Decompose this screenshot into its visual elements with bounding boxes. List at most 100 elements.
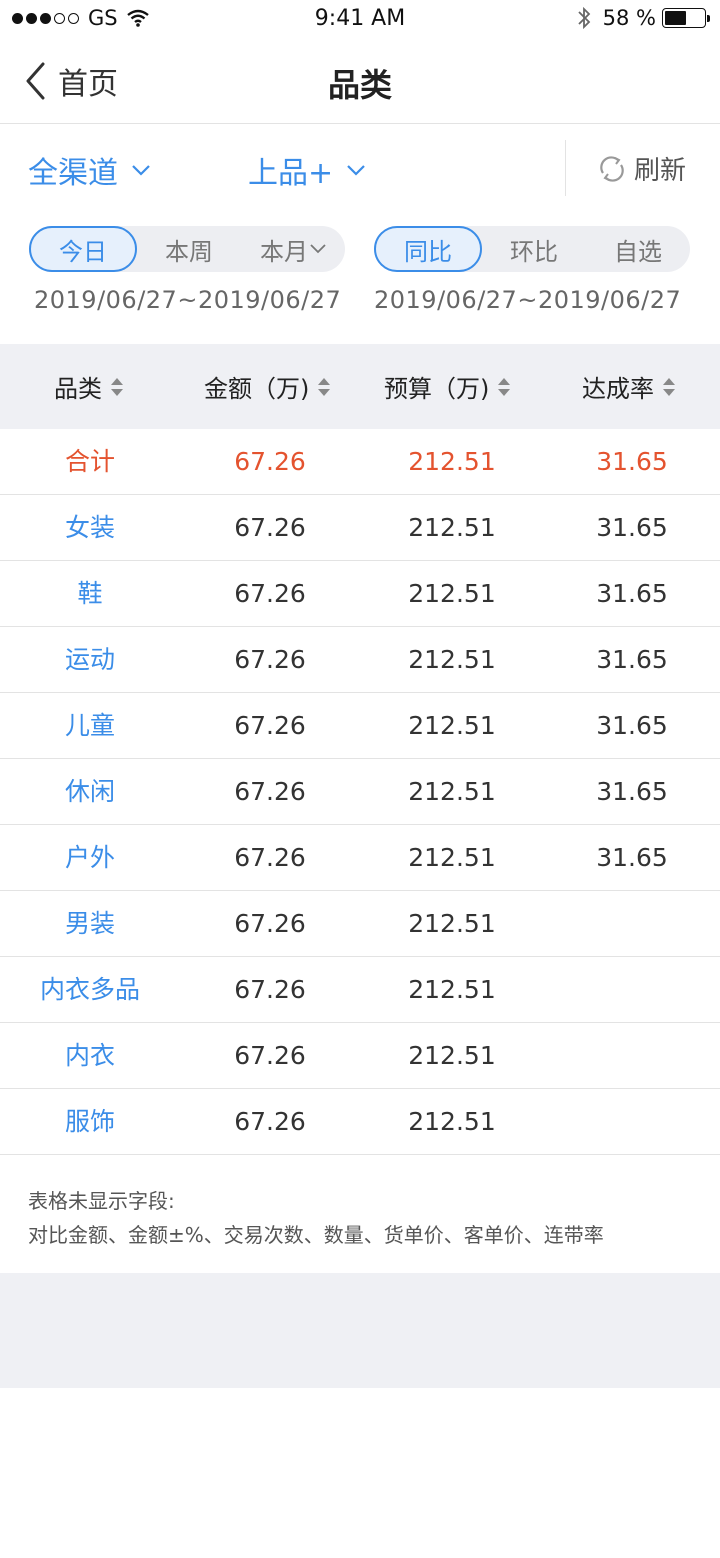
tab-this-month-label: 本月 — [260, 237, 308, 266]
column-header-amount[interactable]: 金额（万) — [204, 344, 331, 429]
sort-icon — [318, 377, 331, 396]
cell-budget: 212.51 — [408, 579, 496, 608]
cell-category[interactable]: 内衣多品 — [0, 957, 180, 1023]
date-range-left: 2019/06/27~2019/06/27 — [34, 286, 342, 314]
cell-amount: 67.26 — [234, 777, 306, 806]
table-row[interactable]: 内衣多品 67.26 212.51 — [0, 957, 720, 1023]
cell-amount: 67.26 — [234, 843, 306, 872]
cell-category[interactable]: 儿童 — [0, 693, 180, 759]
tab-yoy[interactable]: 同比 — [374, 226, 482, 272]
cell-amount: 67.26 — [234, 447, 306, 476]
nav-bar: 首页 品类 — [0, 40, 720, 124]
cell-rate: 31.65 — [596, 843, 668, 872]
channel-label: 全渠道 — [28, 156, 118, 191]
cell-amount: 67.26 — [234, 909, 306, 938]
table-row[interactable]: 休闲 67.26 212.51 31.65 — [0, 759, 720, 825]
cell-rate: 31.65 — [596, 579, 668, 608]
chevron-down-icon — [310, 244, 326, 254]
tab-this-week[interactable]: 本周 — [137, 226, 241, 272]
tab-today[interactable]: 今日 — [29, 226, 137, 272]
table-row[interactable]: 运动 67.26 212.51 31.65 — [0, 627, 720, 693]
bluetooth-icon — [578, 6, 590, 30]
refresh-button[interactable]: 刷新 — [598, 150, 686, 187]
cell-rate — [544, 1089, 720, 1155]
category-label: 上品+ — [248, 156, 334, 191]
refresh-label: 刷新 — [634, 156, 687, 186]
cell-budget: 212.51 — [408, 711, 496, 740]
cell-rate — [544, 1023, 720, 1089]
tab-mom[interactable]: 环比 — [482, 226, 586, 272]
cell-amount: 67.26 — [234, 1107, 306, 1136]
cell-budget: 212.51 — [408, 909, 496, 938]
column-header-label: 达成率 — [582, 375, 654, 403]
cell-amount: 67.26 — [234, 645, 306, 674]
note-title: 表格未显示字段: — [28, 1189, 175, 1213]
cell-budget: 212.51 — [408, 513, 496, 542]
battery-percent: 58 % — [602, 6, 656, 30]
cell-budget: 212.51 — [408, 645, 496, 674]
hidden-fields-note: 表格未显示字段: 对比金额、金额±%、交易次数、数量、货单价、客单价、连带率 — [0, 1158, 720, 1273]
cell-amount: 67.26 — [234, 711, 306, 740]
cell-category[interactable]: 运动 — [0, 627, 180, 693]
cell-budget: 212.51 — [408, 447, 496, 476]
table-row[interactable]: 服饰 67.26 212.51 — [0, 1089, 720, 1155]
channel-dropdown[interactable]: 全渠道 — [28, 148, 150, 192]
filter-row: 全渠道 上品+ 刷新 — [0, 124, 720, 214]
cell-rate: 31.65 — [596, 513, 668, 542]
battery-level — [665, 11, 686, 25]
table-row[interactable]: 儿童 67.26 212.51 31.65 — [0, 693, 720, 759]
cell-category[interactable]: 女装 — [0, 495, 180, 561]
cell-budget: 212.51 — [408, 975, 496, 1004]
cell-category[interactable]: 户外 — [0, 825, 180, 891]
column-header-label: 金额（万) — [204, 375, 310, 403]
cell-rate: 31.65 — [596, 711, 668, 740]
cell-amount: 67.26 — [234, 579, 306, 608]
column-header-label: 品类 — [54, 375, 102, 403]
cell-category[interactable]: 内衣 — [0, 1023, 180, 1089]
date-range-right: 2019/06/27~2019/06/27 — [374, 286, 682, 314]
tab-custom[interactable]: 自选 — [586, 226, 690, 272]
cell-amount: 67.26 — [234, 1041, 306, 1070]
cell-budget: 212.51 — [408, 843, 496, 872]
cell-amount: 67.26 — [234, 975, 306, 1004]
cell-category[interactable]: 男装 — [0, 891, 180, 957]
cell-category[interactable]: 鞋 — [0, 561, 180, 627]
compare-selector: 同比 环比 自选 — [374, 226, 690, 272]
footer-spacer — [0, 1273, 720, 1388]
divider — [565, 140, 566, 196]
table-row[interactable]: 户外 67.26 212.51 31.65 — [0, 825, 720, 891]
sort-icon — [111, 377, 123, 396]
column-header-budget[interactable]: 预算（万) — [384, 344, 511, 429]
sort-icon — [498, 377, 511, 396]
table-row[interactable]: 男装 67.26 212.51 — [0, 891, 720, 957]
column-header-category[interactable]: 品类 — [54, 344, 124, 429]
page-title: 品类 — [327, 66, 392, 104]
cell-amount: 67.26 — [234, 513, 306, 542]
cell-category[interactable]: 服饰 — [0, 1089, 180, 1155]
cell-rate: 31.65 — [596, 447, 668, 476]
cell-budget: 212.51 — [408, 1107, 496, 1136]
table-row[interactable]: 女装 67.26 212.51 31.65 — [0, 495, 720, 561]
cell-category: 合计 — [64, 447, 115, 476]
chevron-down-icon — [132, 165, 150, 176]
cell-budget: 212.51 — [408, 777, 496, 806]
note-text: 对比金额、金额±%、交易次数、数量、货单价、客单价、连带率 — [28, 1223, 604, 1247]
table-header: 品类 金额（万) 预算（万) 达成率 — [0, 344, 720, 429]
cell-budget: 212.51 — [408, 1041, 496, 1070]
cell-rate: 31.65 — [596, 777, 668, 806]
refresh-icon — [600, 155, 624, 182]
category-dropdown[interactable]: 上品+ — [248, 148, 365, 192]
chevron-down-icon — [347, 165, 365, 176]
tab-this-month[interactable]: 本月 — [241, 226, 345, 272]
table-row-total[interactable]: 合计 67.26 212.51 31.65 — [0, 429, 720, 495]
column-header-label: 预算（万) — [384, 375, 490, 403]
sort-icon — [663, 377, 675, 396]
status-right: 58 % — [577, 6, 710, 30]
column-header-rate[interactable]: 达成率 — [582, 344, 676, 429]
period-selector: 今日 本周 本月 — [29, 226, 345, 272]
battery-icon — [662, 8, 710, 28]
cell-rate — [544, 957, 720, 1023]
table-row[interactable]: 内衣 67.26 212.51 — [0, 1023, 720, 1089]
table-row[interactable]: 鞋 67.26 212.51 31.65 — [0, 561, 720, 627]
cell-category[interactable]: 休闲 — [0, 759, 180, 825]
